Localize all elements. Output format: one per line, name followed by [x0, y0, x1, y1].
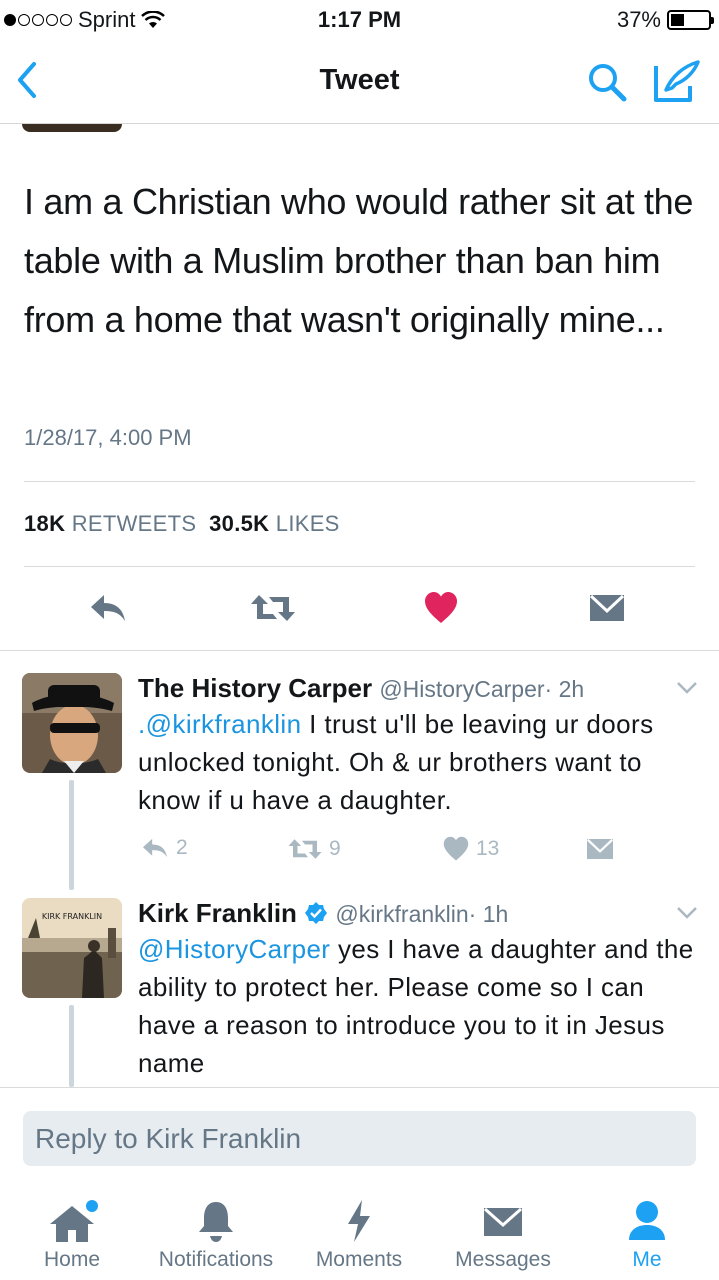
tab-label: Notifications	[158, 1248, 274, 1271]
divider	[0, 650, 719, 651]
home-icon	[50, 1200, 98, 1242]
envelope-icon	[586, 838, 614, 859]
reply-header: The History Carper @HistoryCarper· 2h	[138, 673, 584, 704]
tab-me[interactable]: Me	[616, 1188, 678, 1272]
reply-input[interactable]: Reply to Kirk Franklin	[23, 1111, 696, 1166]
like-button[interactable]: 13	[442, 836, 499, 862]
retweets-label[interactable]: RETWEETS	[72, 511, 197, 536]
tab-notifications[interactable]: Notifications	[146, 1188, 286, 1272]
retweet-count: 9	[329, 837, 341, 860]
reply-icon	[143, 838, 167, 858]
retweets-count[interactable]: 18K	[24, 511, 65, 536]
battery-indicator: 37%	[616, 7, 714, 33]
reply-author-handle[interactable]: @kirkfranklin	[335, 901, 468, 927]
reply-count: 2	[176, 836, 188, 859]
retweet-icon	[288, 839, 322, 859]
divider	[0, 1087, 719, 1088]
reply-actions: 2 9 13	[0, 836, 719, 870]
reply-avatar-kirkfranklin[interactable]: KIRK FRANKLIN	[22, 898, 122, 998]
reply-author-handle[interactable]: @HistoryCarper	[379, 676, 544, 702]
tweet-text: I am a Christian who would rather sit at…	[24, 181, 694, 340]
heart-icon	[443, 836, 469, 861]
search-icon[interactable]	[585, 60, 629, 104]
reply-mention[interactable]: @HistoryCarper	[138, 934, 330, 964]
likes-count[interactable]: 30.5K	[209, 511, 269, 536]
chevron-down-icon[interactable]	[676, 906, 698, 920]
divider	[24, 566, 695, 567]
tweet-stats: 18K RETWEETS 30.5K LIKES	[24, 511, 340, 537]
reply-button[interactable]: 2	[140, 836, 188, 860]
tab-moments[interactable]: Moments	[306, 1188, 412, 1272]
tab-label: Messages	[455, 1248, 551, 1271]
reply-mention[interactable]: .@kirkfranklin	[138, 709, 301, 739]
likes-label[interactable]: LIKES	[276, 511, 340, 536]
tweet-timestamp: 1/28/17, 4:00 PM	[24, 425, 192, 450]
tab-label: Home	[43, 1248, 101, 1271]
bell-icon	[199, 1202, 233, 1242]
reply-timestamp: · 1h	[468, 901, 509, 927]
thread-line	[69, 780, 74, 890]
like-count: 13	[476, 837, 500, 860]
thread-line	[69, 1005, 74, 1087]
battery-percent: 37%	[616, 7, 661, 32]
nav-bar: Tweet	[0, 40, 719, 124]
reply-text: @HistoryCarper yes I have a daughter and…	[138, 930, 708, 1082]
reply-header: Kirk Franklin @kirkfranklin· 1h	[138, 898, 508, 929]
envelope-icon[interactable]	[588, 591, 626, 625]
notification-dot	[86, 1200, 98, 1212]
reply-author-name[interactable]: Kirk Franklin	[138, 898, 297, 928]
heart-icon[interactable]	[423, 591, 459, 625]
tab-home[interactable]: Home	[30, 1188, 114, 1272]
divider	[24, 481, 695, 482]
tab-label: Moments	[315, 1248, 403, 1271]
retweet-button[interactable]: 9	[287, 836, 341, 862]
status-time: 1:17 PM	[317, 7, 402, 32]
compose-icon[interactable]	[652, 58, 702, 104]
tweet-actions	[0, 583, 719, 635]
battery-icon	[667, 10, 714, 30]
status-bar: Sprint 1:17 PM 37%	[0, 0, 719, 40]
tab-label: Me	[632, 1248, 662, 1271]
reply-timestamp: · 2h	[544, 676, 585, 702]
envelope-icon	[484, 1207, 522, 1236]
album-cover-text: KIRK FRANKLIN	[41, 912, 103, 921]
tab-messages[interactable]: Messages	[446, 1188, 560, 1272]
reply-text: .@kirkfranklin I trust u'll be leaving u…	[138, 705, 708, 819]
reply-author-name[interactable]: The History Carper	[138, 673, 372, 703]
reply-icon[interactable]	[88, 591, 128, 625]
verified-badge-icon	[305, 902, 328, 924]
reply-avatar-historycarper[interactable]	[22, 673, 122, 773]
dm-button[interactable]	[585, 836, 615, 862]
author-avatar[interactable]	[22, 124, 122, 132]
tab-bar: Home Notifications Moments Messages Me	[0, 1188, 719, 1280]
person-icon	[629, 1201, 665, 1240]
lightning-icon	[348, 1200, 370, 1242]
chevron-down-icon[interactable]	[676, 681, 698, 695]
retweet-icon[interactable]	[249, 591, 297, 625]
